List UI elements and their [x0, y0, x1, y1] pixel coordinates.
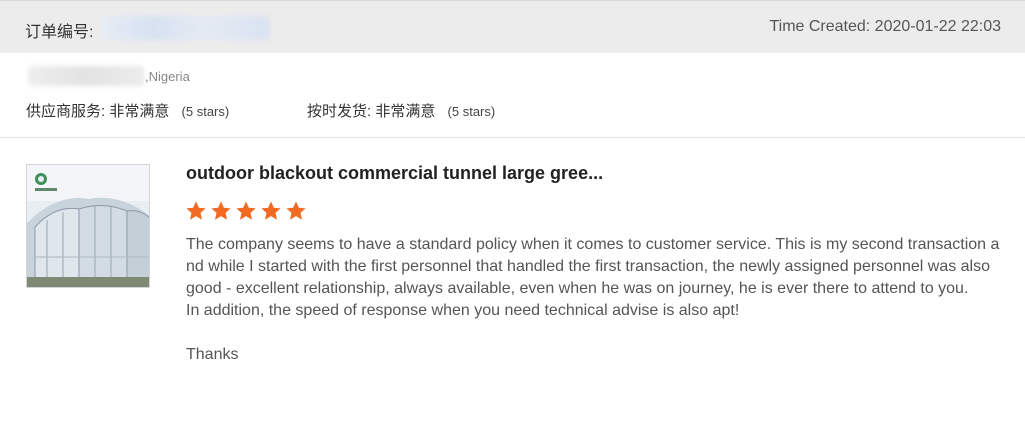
- on-time-delivery-rating: 按时发货: 非常满意 (5 stars): [307, 100, 495, 121]
- review-paragraph: Thanks: [186, 346, 239, 363]
- review-star-rating: [185, 200, 307, 222]
- buyer-info: ,Nigeria 供应商服务: 非常满意 (5 stars) 按时发货: 非常满…: [0, 53, 1025, 138]
- supplier-service-label: 供应商服务:: [26, 103, 106, 120]
- product-thumbnail[interactable]: [26, 164, 150, 288]
- buyer-country: ,Nigeria: [145, 69, 190, 84]
- star-icon: [286, 201, 306, 220]
- review-paragraph: The company seems to have a standard pol…: [186, 236, 1000, 297]
- order-number-label: 订单编号:: [25, 24, 94, 41]
- time-created: Time Created: 2020-01-22 22:03: [769, 18, 1001, 35]
- greenhouse-image: [27, 165, 149, 287]
- review-text: The company seems to have a standard pol…: [186, 234, 1001, 366]
- review-item: outdoor blackout commercial tunnel large…: [0, 138, 1025, 437]
- star-icon: [186, 201, 206, 220]
- product-title-link[interactable]: outdoor blackout commercial tunnel large…: [186, 163, 603, 184]
- on-time-delivery-stars: (5 stars): [447, 104, 496, 119]
- star-icon: [211, 201, 231, 220]
- order-number-redacted: [102, 16, 270, 40]
- review-paragraph: In addition, the speed of response when …: [186, 302, 740, 319]
- star-icon: [236, 201, 256, 220]
- on-time-delivery-label: 按时发货:: [307, 103, 372, 120]
- buyer-name-redacted: [28, 66, 144, 86]
- supplier-service-value: 非常满意: [109, 103, 170, 120]
- star-icon: [261, 201, 281, 220]
- on-time-delivery-value: 非常满意: [375, 103, 436, 120]
- supplier-service-rating: 供应商服务: 非常满意 (5 stars): [26, 100, 229, 121]
- order-header: 订单编号: Time Created: 2020-01-22 22:03: [0, 0, 1025, 53]
- supplier-service-stars: (5 stars): [181, 104, 230, 119]
